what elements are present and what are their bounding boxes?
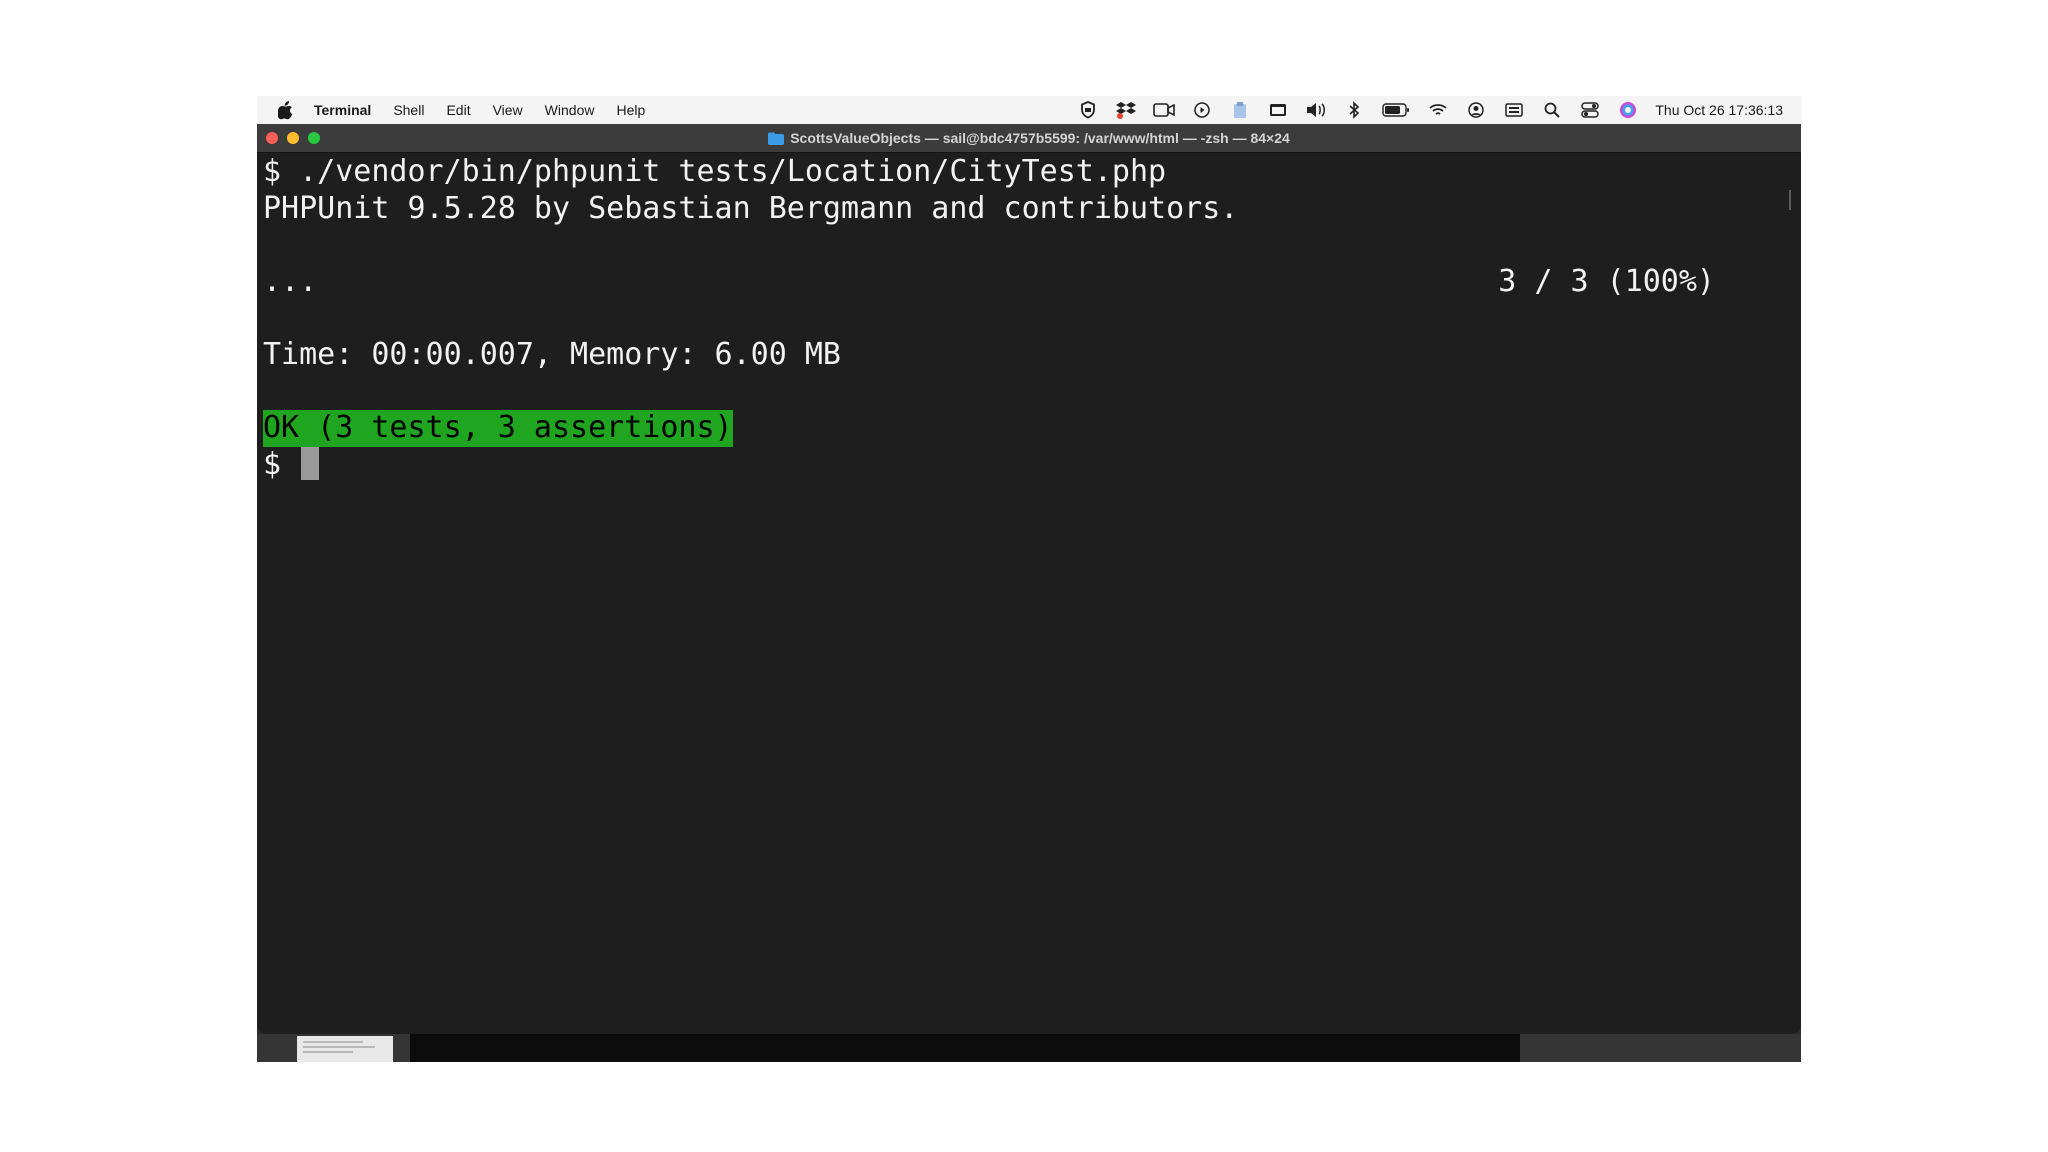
minimize-button[interactable] xyxy=(287,132,299,144)
keyboard-icon[interactable] xyxy=(1503,101,1525,119)
version-line: PHPUnit 9.5.28 by Sebastian Bergmann and… xyxy=(263,190,1239,226)
volume-icon[interactable] xyxy=(1305,101,1327,119)
play-icon[interactable] xyxy=(1191,101,1213,119)
video-camera-icon[interactable] xyxy=(1153,101,1176,119)
window-title-text: ScottsValueObjects — sail@bdc4757b5599: … xyxy=(790,130,1290,146)
dock xyxy=(257,1034,1801,1062)
shield-icon[interactable] xyxy=(1077,101,1099,119)
menu-view[interactable]: View xyxy=(493,102,523,118)
battery-icon[interactable] xyxy=(1381,101,1411,119)
prompt-line: $ xyxy=(263,446,320,484)
text-cursor xyxy=(301,446,320,480)
dock-item-bar[interactable] xyxy=(410,1034,1520,1062)
close-button[interactable] xyxy=(266,132,278,144)
paste-icon[interactable] xyxy=(1229,101,1251,119)
menu-edit[interactable]: Edit xyxy=(446,102,470,118)
menu-clock[interactable]: Thu Oct 26 17:36:13 xyxy=(1655,102,1783,118)
prompt: $ xyxy=(263,446,300,482)
menu-window[interactable]: Window xyxy=(545,102,595,118)
user-icon[interactable] xyxy=(1465,101,1487,119)
progress-dots: ... xyxy=(263,263,318,299)
dropbox-icon[interactable] xyxy=(1115,101,1137,119)
menu-shell[interactable]: Shell xyxy=(393,102,424,118)
bluetooth-icon[interactable] xyxy=(1343,101,1365,119)
wifi-icon[interactable] xyxy=(1427,101,1449,119)
menu-app-terminal[interactable]: Terminal xyxy=(314,102,371,118)
window-icon[interactable] xyxy=(1267,101,1289,119)
scrollbar[interactable] xyxy=(1789,190,1791,210)
progress-count: 3 / 3 (100%) xyxy=(1498,263,1715,299)
command-line: $ ./vendor/bin/phpunit tests/Location/Ci… xyxy=(263,154,1167,189)
menu-help[interactable]: Help xyxy=(616,102,645,118)
apple-icon[interactable] xyxy=(276,100,296,120)
terminal-window: ScottsValueObjects — sail@bdc4757b5599: … xyxy=(257,124,1801,1034)
terminal-output[interactable]: $ ./vendor/bin/phpunit tests/Location/Ci… xyxy=(263,154,1793,1034)
desktop-screen: Terminal Shell Edit View Window Help Thu… xyxy=(257,96,1801,1062)
folder-icon xyxy=(768,132,785,145)
search-icon[interactable] xyxy=(1541,101,1563,119)
time-memory-line: Time: 00:00.007, Memory: 6.00 MB xyxy=(263,337,841,372)
dock-window-thumbnail[interactable] xyxy=(297,1036,393,1062)
ok-result-line: OK (3 tests, 3 assertions) xyxy=(263,410,733,447)
menu-bar: Terminal Shell Edit View Window Help Thu… xyxy=(257,96,1801,124)
control-center-icon[interactable] xyxy=(1579,101,1601,119)
siri-icon[interactable] xyxy=(1617,101,1639,119)
zoom-button[interactable] xyxy=(308,132,320,144)
window-title: ScottsValueObjects — sail@bdc4757b5599: … xyxy=(768,130,1290,146)
window-titlebar[interactable]: ScottsValueObjects — sail@bdc4757b5599: … xyxy=(257,124,1801,153)
